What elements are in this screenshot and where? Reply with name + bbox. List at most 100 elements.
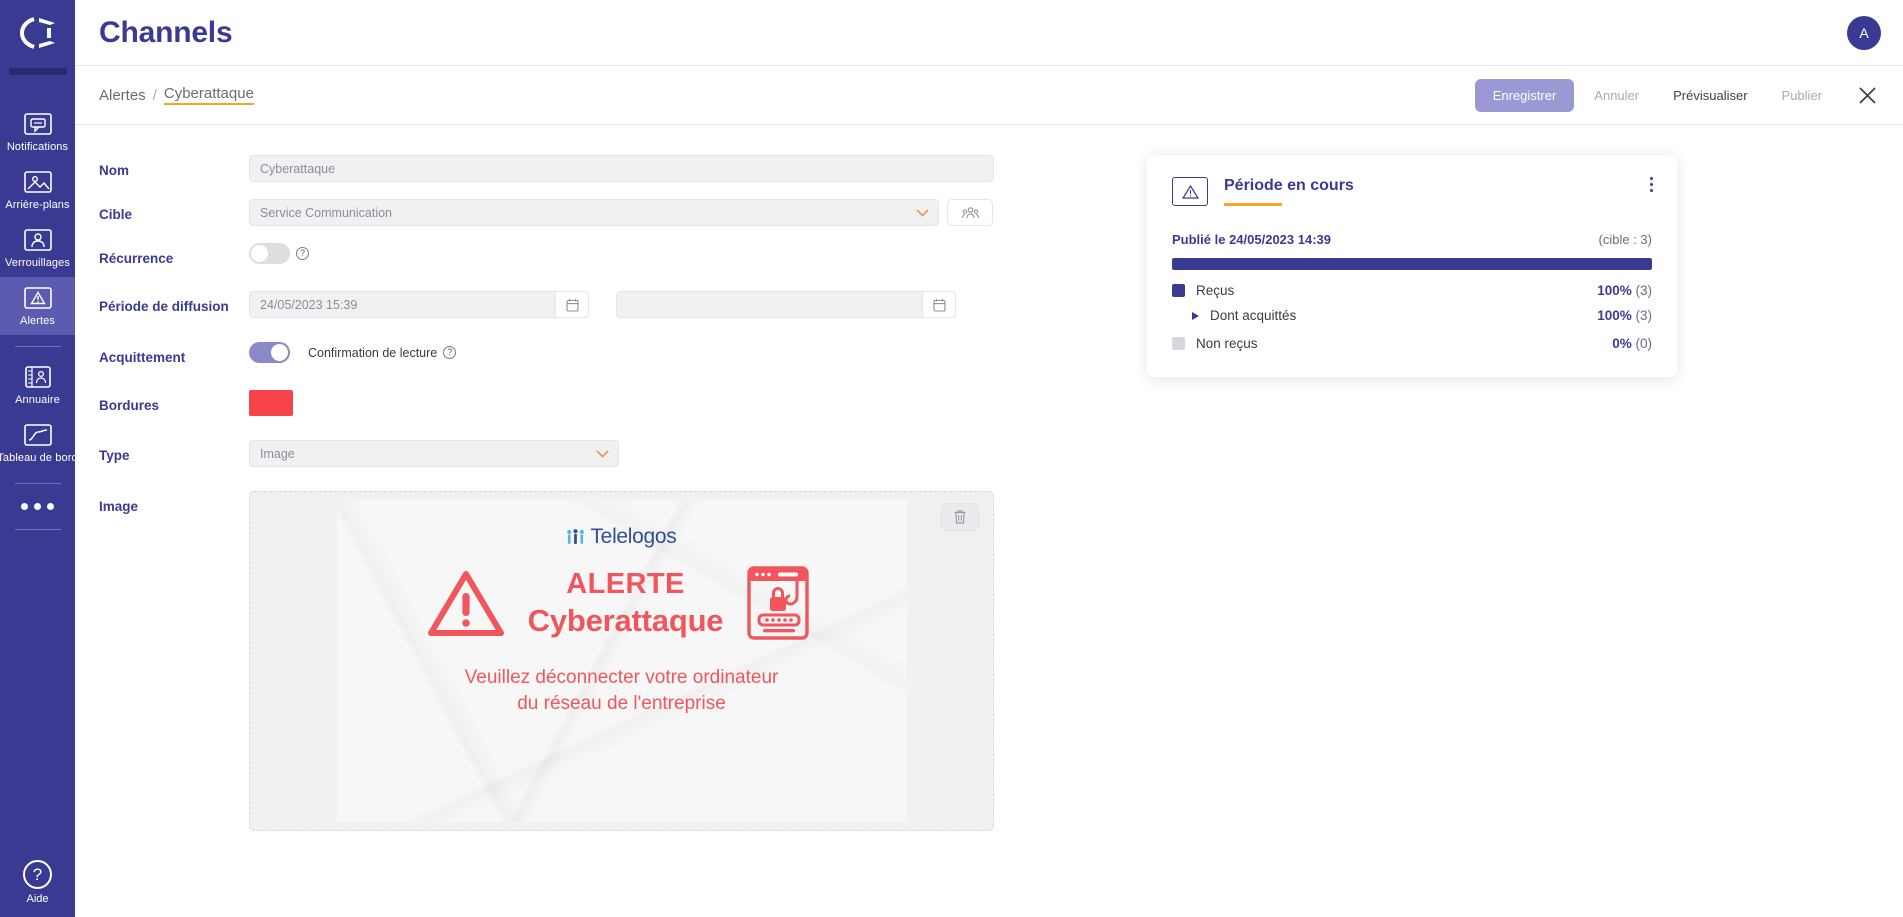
- image-preview[interactable]: Telelogos ALERTE Cyberattaque Veuillez d…: [249, 491, 994, 831]
- sidebar: Notifications Arrière-plans Verrouillage…: [0, 0, 78, 917]
- field-label-borders: Bordures: [99, 398, 160, 413]
- close-icon: [1859, 86, 1876, 104]
- notification-icon: [23, 113, 52, 135]
- acknowledgement-note-label: Confirmation de lecture: [308, 345, 438, 360]
- sidebar-more-button[interactable]: [0, 493, 75, 518]
- field-label-acknowledgement: Acquittement: [99, 350, 186, 365]
- borders-color-swatch[interactable]: [249, 390, 293, 416]
- sidebar-item-label: Notifications: [6, 141, 69, 153]
- sidebar-divider: [14, 346, 61, 347]
- target-count-label: (cible : 3): [1598, 232, 1652, 247]
- field-row-borders: Bordures: [99, 390, 1029, 416]
- acknowledgement-note: Confirmation de lecture ?: [308, 345, 457, 360]
- sub-bar: Alertes / Cyberattaque Enregistrer Annul…: [75, 66, 1903, 125]
- field-row-image: Image Telelogos ALERTE Cyberattaque Veui…: [99, 491, 1029, 831]
- sidebar-item-backgrounds[interactable]: Arrière-plans: [0, 161, 75, 219]
- type-input[interactable]: [249, 440, 619, 467]
- stat-label: Non reçus: [1196, 336, 1258, 351]
- period-end-input[interactable]: [616, 291, 956, 318]
- breadcrumb: Alertes / Cyberattaque: [99, 85, 254, 105]
- recurrence-help-icon[interactable]: ?: [296, 247, 309, 260]
- breadcrumb-separator: /: [152, 86, 157, 104]
- sidebar-item-alertes[interactable]: Alertes: [0, 277, 75, 335]
- expand-triangle-icon[interactable]: [1192, 311, 1199, 320]
- stat-percent: 0%: [1612, 336, 1632, 351]
- close-button[interactable]: [1854, 82, 1881, 109]
- user-lock-icon: [23, 229, 52, 251]
- stats-card-underline: [1224, 203, 1282, 206]
- period-start-field[interactable]: [249, 291, 589, 318]
- field-row-recurrence: Récurrence ?: [99, 243, 1029, 267]
- field-label-recurrence: Récurrence: [99, 251, 174, 266]
- period-end-calendar-button[interactable]: [922, 291, 956, 318]
- stat-count: (3): [1635, 308, 1653, 323]
- period-start-calendar-button[interactable]: [555, 291, 589, 318]
- sidebar-nav: Notifications Arrière-plans Verrouillage…: [0, 103, 78, 539]
- field-label-name: Nom: [99, 163, 129, 178]
- avatar[interactable]: A: [1847, 16, 1881, 50]
- target-select[interactable]: [249, 199, 939, 226]
- stat-row-not-received: Non reçus 0% (0): [1172, 336, 1652, 351]
- cancel-button[interactable]: Annuler: [1580, 79, 1653, 112]
- progress-bar-fill: [1172, 258, 1652, 270]
- stats-card: Période en cours Publié le 24/05/2023 14…: [1147, 155, 1677, 377]
- address-book-icon: [24, 366, 51, 388]
- sidebar-item-notifications[interactable]: Notifications: [0, 103, 75, 161]
- stat-percent: 100%: [1597, 283, 1632, 298]
- stat-row-acknowledged: Dont acquittés 100% (3): [1172, 308, 1652, 323]
- logo-underbar: [8, 68, 67, 75]
- delete-image-button[interactable]: [941, 503, 979, 531]
- stat-count: (0): [1635, 336, 1653, 351]
- app-root: Notifications Arrière-plans Verrouillage…: [0, 0, 1903, 917]
- stat-label: Dont acquittés: [1210, 308, 1297, 323]
- calendar-icon: [932, 298, 946, 312]
- action-bar: Enregistrer Annuler Prévisualiser Publie…: [1474, 78, 1881, 112]
- poster-brand: Telelogos: [566, 525, 677, 549]
- breadcrumb-root[interactable]: Alertes: [99, 87, 146, 104]
- sidebar-item-lockdowns[interactable]: Verrouillages: [0, 219, 75, 277]
- target-input[interactable]: [249, 199, 939, 226]
- stat-value: 100% (3): [1597, 283, 1652, 298]
- warning-triangle-icon: [427, 571, 504, 636]
- recurrence-toggle[interactable]: [249, 243, 290, 264]
- progress-bar: [1172, 258, 1652, 270]
- kebab-menu-icon[interactable]: [1646, 173, 1657, 196]
- trash-icon: [954, 510, 966, 524]
- publish-button[interactable]: Publier: [1768, 79, 1836, 112]
- period-start-input[interactable]: [249, 291, 589, 318]
- acknowledgement-toggle[interactable]: [249, 342, 290, 363]
- sidebar-divider: [14, 529, 61, 530]
- calendar-icon: [565, 298, 579, 312]
- poster-subtitle: Veuillez déconnecter votre ordinateur du…: [465, 665, 779, 717]
- sidebar-item-label: Arrière-plans: [5, 199, 70, 211]
- type-select[interactable]: [249, 440, 619, 467]
- alert-triangle-icon: [1172, 177, 1208, 206]
- content-area: Nom Cible: [75, 125, 1903, 848]
- poster-subtitle-line1: Veuillez déconnecter votre ordinateur: [464, 667, 779, 688]
- page-title: Channels: [99, 15, 233, 49]
- stats-card-title-wrap: Période en cours: [1224, 177, 1354, 206]
- acknowledgement-help-icon[interactable]: ?: [443, 346, 457, 359]
- breadcrumb-current[interactable]: Cyberattaque: [163, 85, 254, 105]
- help-button[interactable]: ? Aide: [0, 860, 75, 905]
- preview-button[interactable]: Prévisualiser: [1659, 79, 1761, 112]
- stats-card-header: Période en cours: [1172, 177, 1653, 206]
- sidebar-item-dashboard[interactable]: Tableau de bord: [0, 414, 78, 472]
- published-row: Publié le 24/05/2023 14:39 (cible : 3): [1172, 232, 1652, 247]
- save-button[interactable]: Enregistrer: [1474, 78, 1575, 112]
- name-input[interactable]: [249, 155, 994, 182]
- field-label-period: Période de diffusion: [99, 299, 229, 314]
- sidebar-item-annuaire[interactable]: Annuaire: [0, 356, 75, 414]
- poster-headline: ALERTE Cyberattaque: [528, 567, 724, 640]
- poster-subtitle-line2: du réseau de l'entreprise: [517, 693, 726, 714]
- sidebar-item-label: Tableau de bord: [0, 452, 78, 464]
- app-logo[interactable]: [0, 0, 75, 66]
- legend-swatch-not-received: [1172, 337, 1185, 350]
- field-row-period: Période de diffusion: [99, 291, 1029, 318]
- target-picker-button[interactable]: [947, 199, 993, 226]
- field-label-image: Image: [99, 499, 139, 514]
- ellipsis-icon: [21, 503, 54, 510]
- period-end-field[interactable]: [616, 291, 956, 318]
- top-bar: Channels A: [75, 0, 1903, 66]
- poster-main-row: ALERTE Cyberattaque: [337, 563, 907, 643]
